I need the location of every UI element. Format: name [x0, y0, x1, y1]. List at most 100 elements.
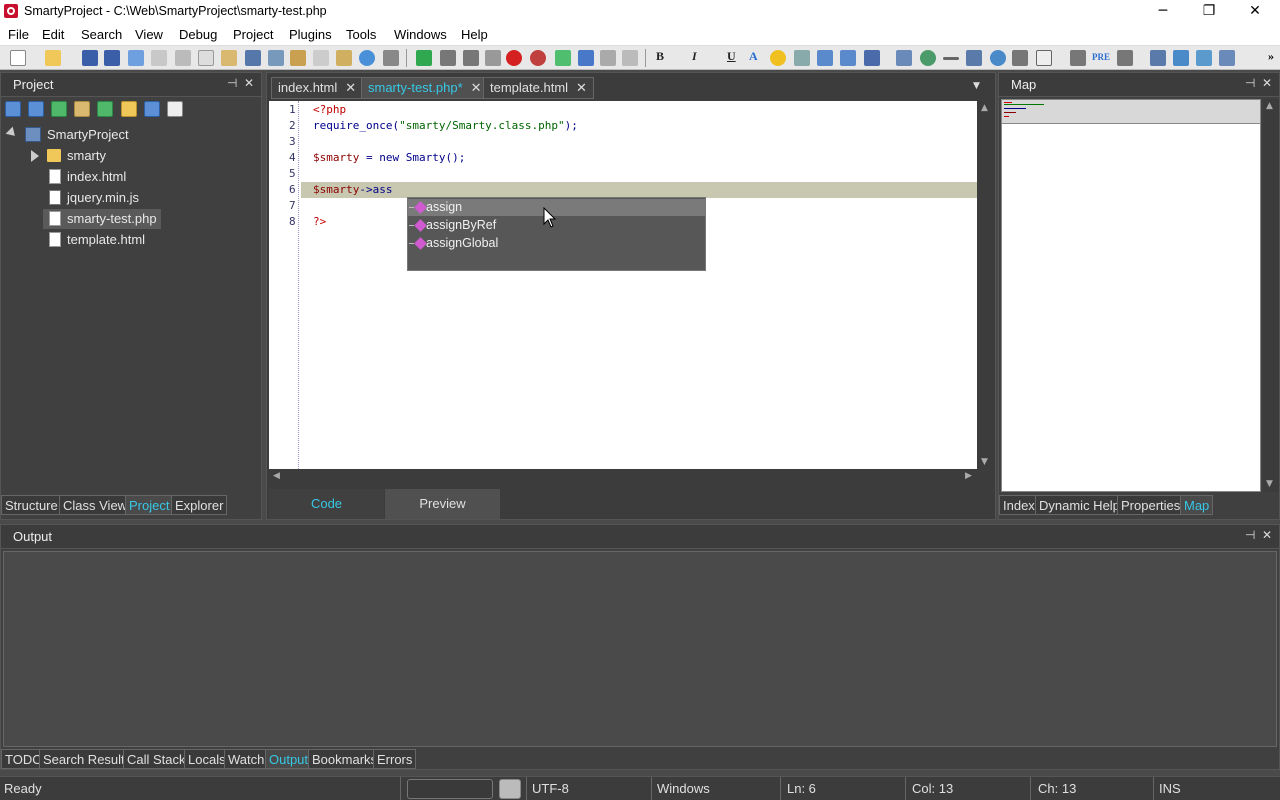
project-settings-icon[interactable] [74, 101, 90, 117]
tab-index-html[interactable]: index.html ✕ [271, 77, 364, 99]
menu-tools[interactable]: Tools [346, 27, 376, 42]
scroll-right-icon[interactable]: ▶ [965, 471, 972, 481]
table-icon[interactable] [1150, 50, 1166, 66]
expand-arrow-icon[interactable] [31, 150, 39, 162]
menu-plugins[interactable]: Plugins [289, 27, 332, 42]
continue-icon[interactable] [555, 50, 571, 66]
code-minimap[interactable] [1001, 99, 1261, 492]
refresh-icon[interactable] [51, 101, 67, 117]
output-content[interactable] [3, 551, 1277, 747]
menu-view[interactable]: View [135, 27, 163, 42]
underline-button[interactable]: U [727, 49, 736, 64]
anchor-icon[interactable] [966, 50, 982, 66]
run-to-cursor-icon[interactable] [578, 50, 594, 66]
format-icon[interactable] [313, 50, 329, 66]
tab-list-button[interactable]: ▼ [973, 81, 980, 91]
undo-icon[interactable] [128, 50, 144, 66]
breakpoint-icon[interactable] [506, 50, 522, 66]
minimize-button[interactable]: ─ [1140, 0, 1186, 24]
bold-button[interactable]: B [656, 49, 664, 64]
align-center-icon[interactable] [1012, 50, 1028, 66]
tree-item-template[interactable]: template.html [3, 230, 153, 250]
tab-output[interactable]: Output [265, 749, 313, 769]
tree-root[interactable]: SmartyProject [3, 125, 143, 145]
up-folder-icon[interactable] [97, 101, 113, 117]
restore-button[interactable]: ❐ [1186, 0, 1232, 24]
tab-search-result[interactable]: Search Result [39, 749, 129, 769]
open-folder-icon[interactable] [121, 101, 137, 117]
target-icon[interactable] [990, 50, 1006, 66]
status-indicator-button[interactable] [499, 779, 521, 799]
align-left-icon[interactable] [1070, 50, 1086, 66]
add-project-icon[interactable] [5, 101, 21, 117]
copy-icon[interactable] [198, 50, 214, 66]
tab-class-view[interactable]: Class View [59, 495, 132, 515]
map-scrollbar[interactable]: ▲ ▼ [1263, 99, 1279, 492]
properties-icon[interactable] [167, 101, 183, 117]
close-window-button[interactable]: ✕ [1232, 0, 1278, 24]
tab-template-html[interactable]: template.html ✕ [483, 77, 594, 99]
menu-edit[interactable]: Edit [42, 27, 64, 42]
stop-icon[interactable] [622, 50, 638, 66]
menu-windows[interactable]: Windows [394, 27, 447, 42]
pin-icon[interactable]: ⊣ [1245, 528, 1255, 542]
clear-breakpoints-icon[interactable] [530, 50, 546, 66]
tab-bookmarks[interactable]: Bookmarks [308, 749, 382, 769]
menu-help[interactable]: Help [461, 27, 488, 42]
open-file-icon[interactable] [45, 50, 61, 66]
code-editor[interactable]: 1 2 3 4 5 6 7 8 <?php require_once("smar… [269, 101, 977, 469]
paste-icon[interactable] [221, 50, 237, 66]
sync-icon[interactable] [144, 101, 160, 117]
settings-icon[interactable] [383, 50, 399, 66]
snippet-icon[interactable] [336, 50, 352, 66]
italic-button[interactable]: I [692, 49, 697, 64]
pin-icon[interactable]: ⊣ [1245, 76, 1255, 90]
horizontal-rule-icon[interactable] [943, 57, 959, 60]
tab-watch[interactable]: Watch [224, 749, 269, 769]
font-color-button[interactable]: A [749, 49, 758, 64]
save-all-icon[interactable] [104, 50, 120, 66]
horizontal-scrollbar[interactable]: ◀ ▶ [269, 469, 977, 485]
close-panel-button[interactable]: ✕ [1262, 528, 1272, 542]
tab-map[interactable]: Map [1180, 495, 1214, 515]
find-icon[interactable] [245, 50, 261, 66]
paragraph-icon[interactable] [840, 50, 856, 66]
save-icon[interactable] [82, 50, 98, 66]
step-over-icon[interactable] [463, 50, 479, 66]
frame-icon[interactable] [1219, 50, 1235, 66]
tab-index[interactable]: Index [999, 495, 1039, 515]
run-icon[interactable] [416, 50, 432, 66]
new-file-icon[interactable] [10, 50, 26, 66]
scroll-left-icon[interactable]: ◀ [273, 471, 280, 481]
step-into-icon[interactable] [440, 50, 456, 66]
close-tab-icon[interactable]: ✕ [576, 80, 587, 95]
image-icon[interactable] [896, 50, 912, 66]
tab-structure[interactable]: Structure [1, 495, 62, 515]
close-tab-icon[interactable]: ✕ [471, 80, 482, 95]
tab-project[interactable]: Project [125, 495, 174, 515]
help-icon[interactable] [359, 50, 375, 66]
preformatted-button[interactable]: PRE [1092, 52, 1110, 62]
redo-icon[interactable] [151, 50, 167, 66]
tab-locals[interactable]: Locals [184, 749, 230, 769]
find-next-icon[interactable] [268, 50, 284, 66]
heading-icon[interactable] [864, 50, 880, 66]
cut-icon[interactable] [175, 50, 191, 66]
status-line-endings[interactable]: Windows [657, 781, 710, 796]
tree-item-smarty-test[interactable]: smarty-test.php [43, 209, 161, 229]
script-icon[interactable] [1196, 50, 1212, 66]
line-break-icon[interactable] [817, 50, 833, 66]
tab-code[interactable]: Code [269, 489, 384, 519]
menu-project[interactable]: Project [233, 27, 273, 42]
menu-debug[interactable]: Debug [179, 27, 217, 42]
vertical-scrollbar[interactable]: ▲ ▼ [977, 101, 995, 469]
remove-project-icon[interactable] [28, 101, 44, 117]
close-panel-button[interactable]: ✕ [1262, 76, 1272, 90]
tab-smarty-test-php[interactable]: smarty-test.php* ✕ [361, 77, 489, 99]
step-out-icon[interactable] [485, 50, 501, 66]
highlight-icon[interactable] [770, 50, 786, 66]
tree-item-index-html[interactable]: index.html [3, 167, 143, 187]
table-border-icon[interactable] [1036, 50, 1052, 66]
scroll-down-icon[interactable]: ▼ [1266, 479, 1273, 489]
abbreviation-icon[interactable] [794, 50, 810, 66]
